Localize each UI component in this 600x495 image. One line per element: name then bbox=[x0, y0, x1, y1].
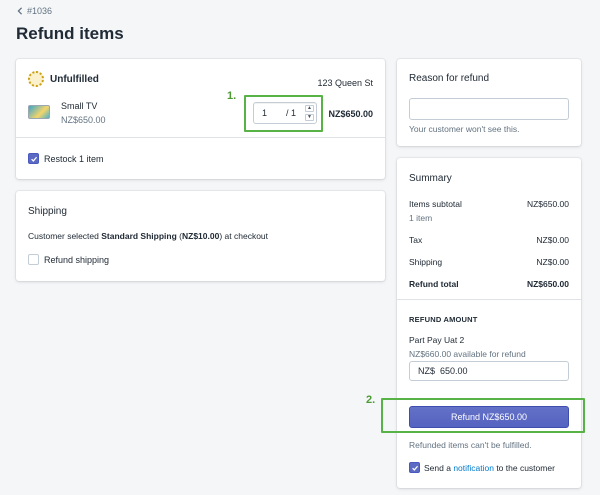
back-link[interactable]: #1036 bbox=[16, 6, 52, 16]
reason-input[interactable] bbox=[409, 98, 569, 120]
checkmark-icon bbox=[411, 465, 418, 471]
product-name[interactable]: Small TV bbox=[61, 101, 97, 111]
notification-link[interactable]: notification bbox=[453, 463, 494, 473]
send-notification-label: Send a notification to the customer bbox=[424, 463, 555, 473]
tax-label: Tax bbox=[409, 235, 423, 245]
reason-hint: Your customer won't see this. bbox=[409, 124, 520, 134]
step-2-highlight bbox=[381, 398, 585, 433]
summary-title: Summary bbox=[409, 173, 452, 184]
items-card: Unfulfilled 123 Queen St Small TV NZ$650… bbox=[16, 59, 385, 179]
refund-shipping-label[interactable]: Refund shipping bbox=[44, 255, 109, 265]
product-unit-price: NZ$650.00 bbox=[61, 115, 106, 125]
shipping-method: Standard Shipping bbox=[101, 231, 177, 241]
items-count: 1 item bbox=[409, 213, 433, 223]
refund-note: Refunded items can't be fulfilled. bbox=[409, 440, 532, 450]
send-notification-checkbox[interactable] bbox=[409, 462, 420, 473]
unfulfilled-icon bbox=[28, 71, 44, 87]
refund-amount-input[interactable] bbox=[409, 361, 569, 381]
shipping-description: Customer selected Standard Shipping (NZ$… bbox=[28, 231, 269, 241]
available-for-refund: NZ$660.00 available for refund bbox=[409, 349, 526, 359]
fulfillment-status: Unfulfilled bbox=[50, 74, 99, 85]
summary-card: Summary Items subtotal NZ$650.00 1 item … bbox=[397, 158, 581, 488]
checkmark-icon bbox=[30, 156, 37, 162]
step-1-highlight bbox=[244, 95, 323, 132]
restock-checkbox[interactable] bbox=[28, 153, 39, 164]
refund-total-label: Refund total bbox=[409, 279, 459, 289]
restock-label[interactable]: Restock 1 item bbox=[44, 154, 104, 164]
page-title: Refund items bbox=[16, 24, 124, 43]
step-2-label: 2. bbox=[366, 394, 376, 406]
items-subtotal-value: NZ$650.00 bbox=[526, 199, 569, 209]
refund-shipping-checkbox[interactable] bbox=[28, 254, 39, 265]
reason-card: Reason for refund Your customer won't se… bbox=[397, 59, 581, 146]
items-subtotal-label: Items subtotal bbox=[409, 199, 462, 209]
tax-value: NZ$0.00 bbox=[536, 235, 569, 245]
step-1-label: 1. bbox=[227, 90, 237, 102]
line-total: NZ$650.00 bbox=[328, 109, 373, 119]
shipping-amount: NZ$10.00 bbox=[182, 231, 220, 241]
payment-gateway: Part Pay Uat 2 bbox=[409, 335, 465, 345]
refund-total-value: NZ$650.00 bbox=[526, 279, 569, 289]
shipping-card: Shipping Customer selected Standard Ship… bbox=[16, 191, 385, 281]
shipping-summary-value: NZ$0.00 bbox=[536, 257, 569, 267]
location-label: 123 Queen St bbox=[317, 78, 373, 88]
chevron-left-icon bbox=[17, 7, 23, 15]
shipping-title: Shipping bbox=[28, 206, 67, 217]
reason-title: Reason for refund bbox=[409, 73, 490, 84]
back-link-label: #1036 bbox=[27, 6, 53, 16]
shipping-summary-label: Shipping bbox=[409, 257, 443, 267]
refund-amount-heading: REFUND AMOUNT bbox=[409, 315, 478, 324]
product-thumbnail bbox=[28, 105, 50, 119]
summary-divider bbox=[397, 299, 581, 300]
items-card-divider bbox=[16, 137, 385, 138]
